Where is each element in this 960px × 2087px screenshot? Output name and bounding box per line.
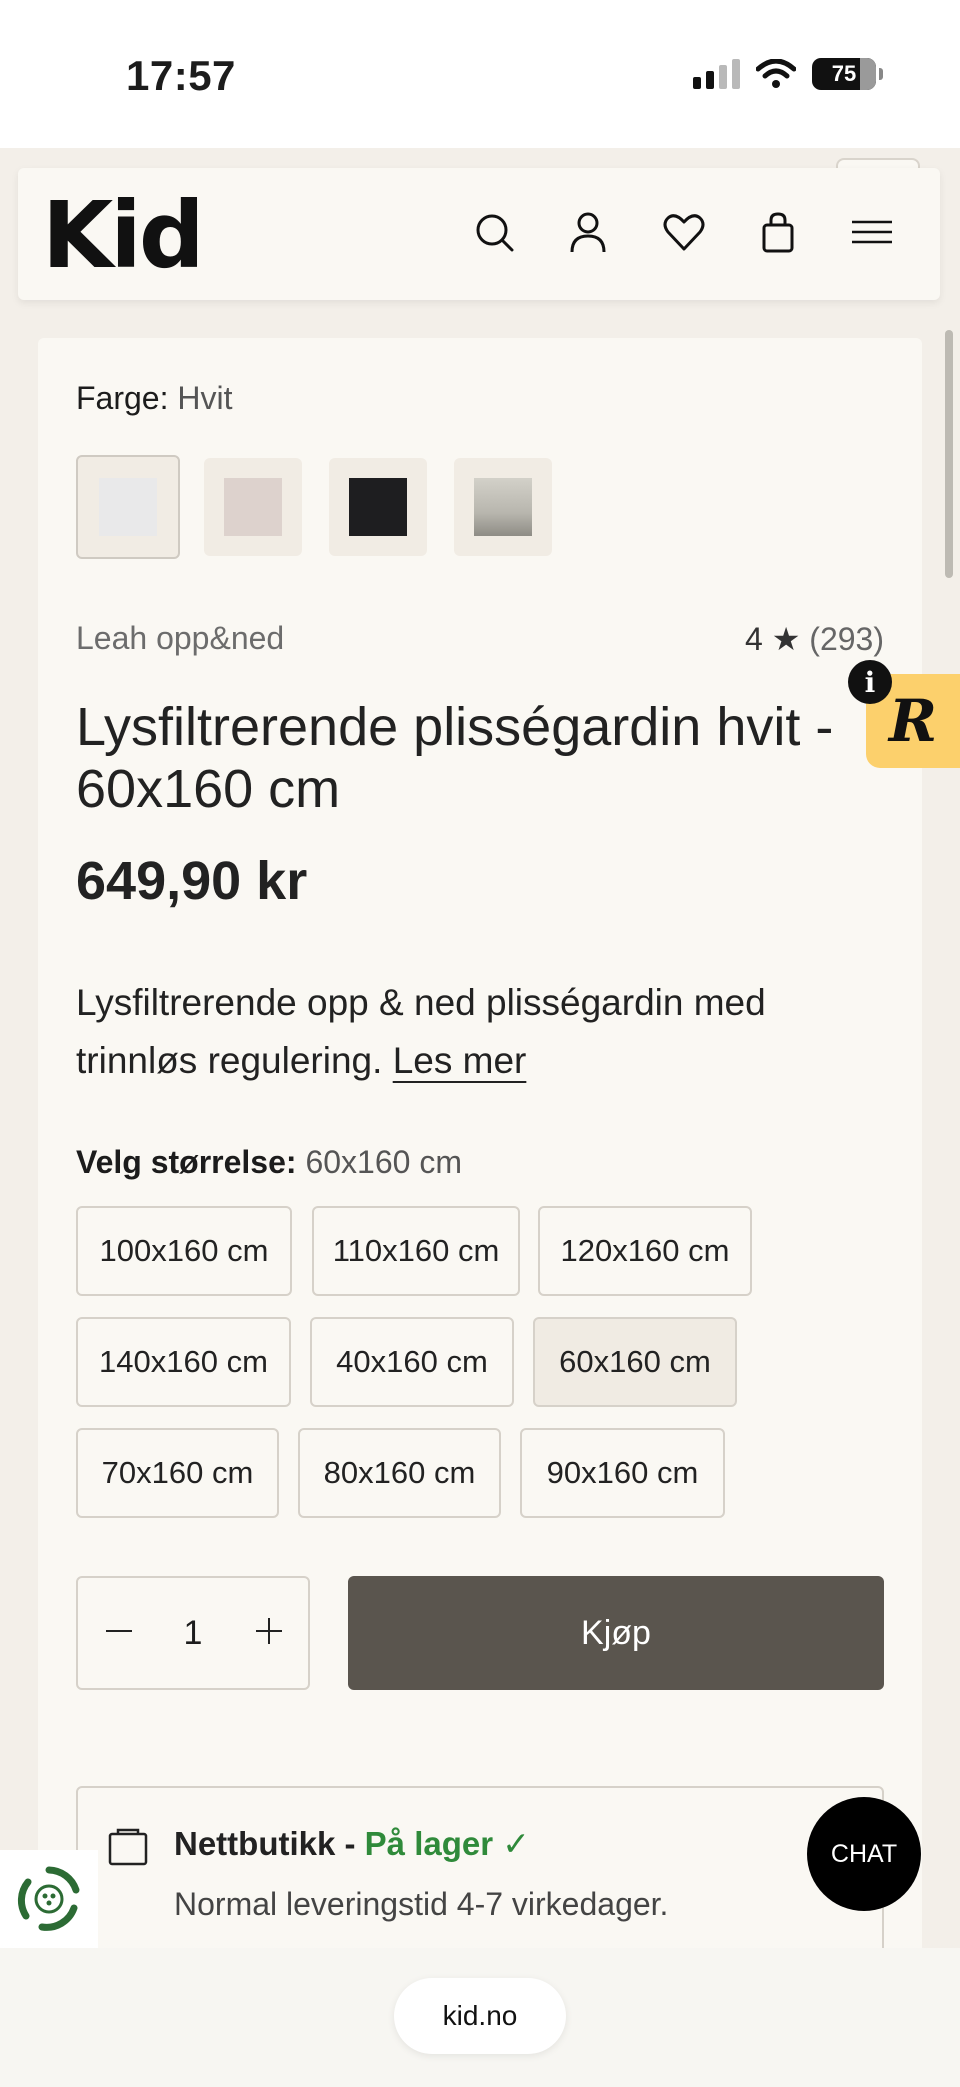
color-selector-label: Farge: Hvit bbox=[76, 380, 232, 417]
swatch-beige-color bbox=[224, 478, 282, 536]
increase-quantity-button[interactable] bbox=[256, 1618, 282, 1644]
status-icons: 75 bbox=[693, 58, 883, 90]
swatch-white-color bbox=[99, 478, 157, 536]
size-option[interactable]: 40x160 cm bbox=[310, 1317, 514, 1407]
review-count: (293) bbox=[809, 621, 884, 657]
size-option-selected[interactable]: 60x160 cm bbox=[533, 1317, 737, 1407]
swatch-beige[interactable] bbox=[204, 458, 302, 556]
size-option[interactable]: 110x160 cm bbox=[312, 1206, 520, 1296]
chat-button[interactable]: CHAT bbox=[807, 1797, 921, 1911]
cellular-signal-icon bbox=[693, 59, 740, 89]
color-label: Farge: bbox=[76, 380, 169, 416]
size-selector-label: Velg størrelse: 60x160 cm bbox=[76, 1144, 462, 1181]
size-value: 60x160 cm bbox=[305, 1144, 462, 1180]
star-icon: ★ bbox=[771, 621, 801, 657]
wifi-icon bbox=[756, 59, 796, 88]
color-value: Hvit bbox=[177, 380, 233, 416]
size-option[interactable]: 70x160 cm bbox=[76, 1428, 279, 1518]
product-price: 649,90 kr bbox=[76, 851, 308, 911]
product-brand[interactable]: Leah opp&ned bbox=[76, 620, 284, 657]
info-icon[interactable]: i bbox=[848, 660, 892, 704]
read-more-link[interactable]: Les mer bbox=[393, 1040, 527, 1081]
delivery-time: Normal leveringstid 4-7 virkedager. bbox=[174, 1886, 669, 1922]
product-title: Lysfiltrerende plisségardin hvit - 60x16… bbox=[76, 697, 834, 819]
rating-value: 4 bbox=[745, 621, 763, 657]
size-label: Velg størrelse: bbox=[76, 1144, 297, 1180]
battery-level: 75 bbox=[831, 61, 857, 86]
browser-url-bar[interactable]: kid.no bbox=[394, 1978, 566, 2054]
swatch-white[interactable] bbox=[76, 455, 180, 559]
size-option[interactable]: 80x160 cm bbox=[298, 1428, 501, 1518]
quantity-stepper: 1 bbox=[76, 1576, 310, 1690]
size-option[interactable]: 90x160 cm bbox=[520, 1428, 725, 1518]
account-icon[interactable] bbox=[564, 208, 612, 256]
swatch-grey-color bbox=[474, 478, 532, 536]
store-name: Nettbutikk - bbox=[174, 1825, 356, 1862]
size-option[interactable]: 140x160 cm bbox=[76, 1317, 291, 1407]
page-scrollbar[interactable] bbox=[945, 330, 953, 578]
swatch-grey[interactable] bbox=[454, 458, 552, 556]
status-bar: 17:57 75 bbox=[0, 0, 960, 148]
status-time: 17:57 bbox=[126, 52, 236, 99]
stock-status: På lager ✓ bbox=[364, 1825, 530, 1862]
swatch-black[interactable] bbox=[329, 458, 427, 556]
buy-button[interactable]: Kjøp bbox=[348, 1576, 884, 1690]
site-header: Kid bbox=[18, 168, 940, 300]
site-logo[interactable]: Kid bbox=[42, 182, 205, 289]
battery-icon: 75 bbox=[812, 58, 883, 90]
stock-title: Nettbutikk - På lager ✓ bbox=[174, 1824, 530, 1863]
shopping-bag-icon[interactable] bbox=[754, 208, 802, 256]
size-option[interactable]: 100x160 cm bbox=[76, 1206, 292, 1296]
product-card: Farge: Hvit Leah opp&ned 4 ★ (293) Lysfi… bbox=[38, 338, 922, 2087]
menu-hamburger-icon[interactable] bbox=[850, 208, 894, 256]
search-icon[interactable] bbox=[470, 208, 518, 256]
product-description: Lysfiltrerende opp & ned plisségardin me… bbox=[76, 974, 886, 1090]
product-rating[interactable]: 4 ★ (293) bbox=[745, 620, 884, 658]
shopping-bag-icon bbox=[108, 1828, 148, 1866]
eco-badge[interactable] bbox=[0, 1850, 98, 1948]
recycle-leaf-icon bbox=[17, 1866, 80, 1931]
swatch-black-color bbox=[349, 478, 407, 536]
size-option[interactable]: 120x160 cm bbox=[538, 1206, 752, 1296]
wishlist-heart-icon[interactable] bbox=[660, 208, 708, 256]
